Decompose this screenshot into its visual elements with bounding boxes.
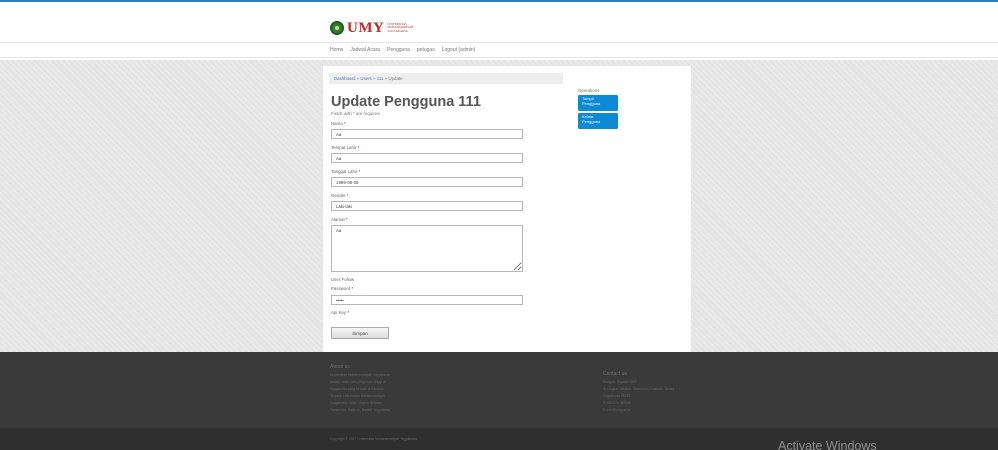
header-divider: [0, 42, 998, 43]
alamat-label-text: Alamat: [331, 217, 345, 222]
footer-about-line: Yogyakarta, Jalan Lingkar Selatan,: [330, 401, 383, 405]
gender-label: Gender *: [331, 193, 349, 198]
nav-item-petugas[interactable]: petugas: [417, 47, 435, 53]
gender-label-text: Gender: [331, 193, 346, 198]
footer-contact-title: Contact us: [603, 371, 627, 377]
breadcrumb-separator: »: [356, 76, 360, 81]
alamat-textarea[interactable]: Aa: [331, 225, 523, 272]
op-button-line: Pengguna: [582, 118, 601, 124]
tanggal-lahir-label: Tanggal Lahir *: [331, 169, 360, 174]
footer-about-line: Yogyakarta yang berada di Kampus: [330, 387, 384, 391]
user-follow-label: User Follow: [331, 277, 355, 282]
logo-wordmark: UMY: [347, 19, 385, 36]
alamat-label: Alamat *: [331, 217, 348, 222]
tanggal-lahir-label-text: Tanggal Lahir: [331, 169, 358, 174]
logo-subtitle: UNIVERSITAS MUHAMMADIYAH YOGYAKARTA: [387, 22, 413, 34]
footer-about-line: Terpadu Universitas Muhammadiyah: [330, 394, 386, 398]
op-button-line: Pengguna: [582, 100, 601, 106]
breadcrumb-users[interactable]: Users: [360, 76, 371, 81]
required-mark: *: [343, 121, 346, 126]
breadcrumb-user-111[interactable]: 111: [377, 76, 384, 81]
nama-label-text: Nama: [331, 121, 343, 126]
footer-about-line: Universitas Muhammadiyah Yogyakarta: [330, 373, 390, 377]
required-mark: *: [351, 286, 354, 291]
copyright-bar: Copyright © 2017 Universitas Muhammadiya…: [0, 428, 998, 450]
password-input[interactable]: [331, 295, 523, 305]
required-mark: *: [346, 193, 349, 198]
footer-contact-line: Yogyakarta 55183: [603, 394, 631, 398]
required-mark: *: [357, 145, 360, 150]
logo-subtitle-line: YOGYAKARTA: [387, 28, 408, 33]
site-header: UMY UNIVERSITAS MUHAMMADIYAH YOGYAKARTA: [0, 2, 998, 40]
nama-input[interactable]: [331, 129, 523, 139]
footer-contact-line: T. +62 274 387656: [603, 401, 632, 405]
footer-contact-line: Jl. Lingkar Selatan, Tamantirto, Kasihan…: [603, 387, 675, 391]
nav-item-logout[interactable]: Logout (admin): [442, 47, 476, 53]
tampil-pengguna-button[interactable]: Tampil Pengguna: [578, 95, 618, 111]
footer-about-title: About us: [330, 364, 350, 370]
breadcrumb: Dashboard » Users » 111 » Update: [329, 73, 563, 84]
api-key-label: Api Key *: [331, 310, 349, 315]
page-title: Update Pengguna 111: [331, 94, 481, 110]
tempat-lahir-input[interactable]: [331, 153, 523, 163]
site-footer: About us Universitas Muhammadiyah Yogyak…: [0, 352, 998, 428]
breadcrumb-separator: »: [373, 76, 376, 81]
password-label: Password *: [331, 286, 353, 291]
kelola-pengguna-button[interactable]: Kelola Pengguna: [578, 113, 618, 129]
required-mark: *: [347, 310, 350, 315]
simpan-button[interactable]: Simpan: [331, 327, 389, 339]
nav-item-home[interactable]: Home: [330, 47, 343, 53]
breadcrumb-current: Update: [388, 76, 403, 81]
nav-item-jadwal-acara[interactable]: Jadwal Acara: [350, 47, 380, 53]
university-seal-icon: [330, 21, 344, 35]
content-panel: Dashboard » Users » 111 » Update Update …: [323, 66, 691, 352]
gender-input[interactable]: [331, 201, 523, 211]
footer-contact-line: Kampus Terpadu UMY: [603, 380, 638, 384]
main-nav: Home Jadwal Acara Pengguna petugas Logou…: [330, 47, 475, 53]
site-logo[interactable]: UMY UNIVERSITAS MUHAMMADIYAH YOGYAKARTA: [330, 20, 413, 36]
nav-divider: [0, 57, 998, 58]
tanggal-lahir-input[interactable]: [331, 177, 523, 187]
footer-about-line: adalah salah satu perguruan tinggi di: [330, 380, 386, 384]
activate-windows-watermark: Activate Windows: [778, 439, 877, 450]
tempat-lahir-label-text: Tempat Lahir: [331, 145, 357, 150]
operations-title: Operations: [578, 88, 600, 93]
breadcrumb-dashboard[interactable]: Dashboard: [334, 76, 355, 81]
required-mark: *: [345, 217, 348, 222]
api-key-label-text: Api Key: [331, 310, 347, 315]
required-mark: *: [358, 169, 361, 174]
footer-contact-line: E. info@umy.ac.id: [603, 408, 631, 412]
copyright-text: Copyright © 2017 Universitas Muhammadiya…: [330, 437, 417, 441]
breadcrumb-separator: »: [384, 76, 388, 81]
required-fields-note: Fields with * are required.: [331, 111, 381, 116]
nama-label: Nama *: [331, 121, 346, 126]
footer-about-line: Tamantirto, Kasihan, Bantul, Yogyakarta: [330, 408, 391, 412]
tempat-lahir-label: Tempat Lahir *: [331, 145, 359, 150]
nav-item-pengguna[interactable]: Pengguna: [387, 47, 410, 53]
password-label-text: Password: [331, 286, 351, 291]
